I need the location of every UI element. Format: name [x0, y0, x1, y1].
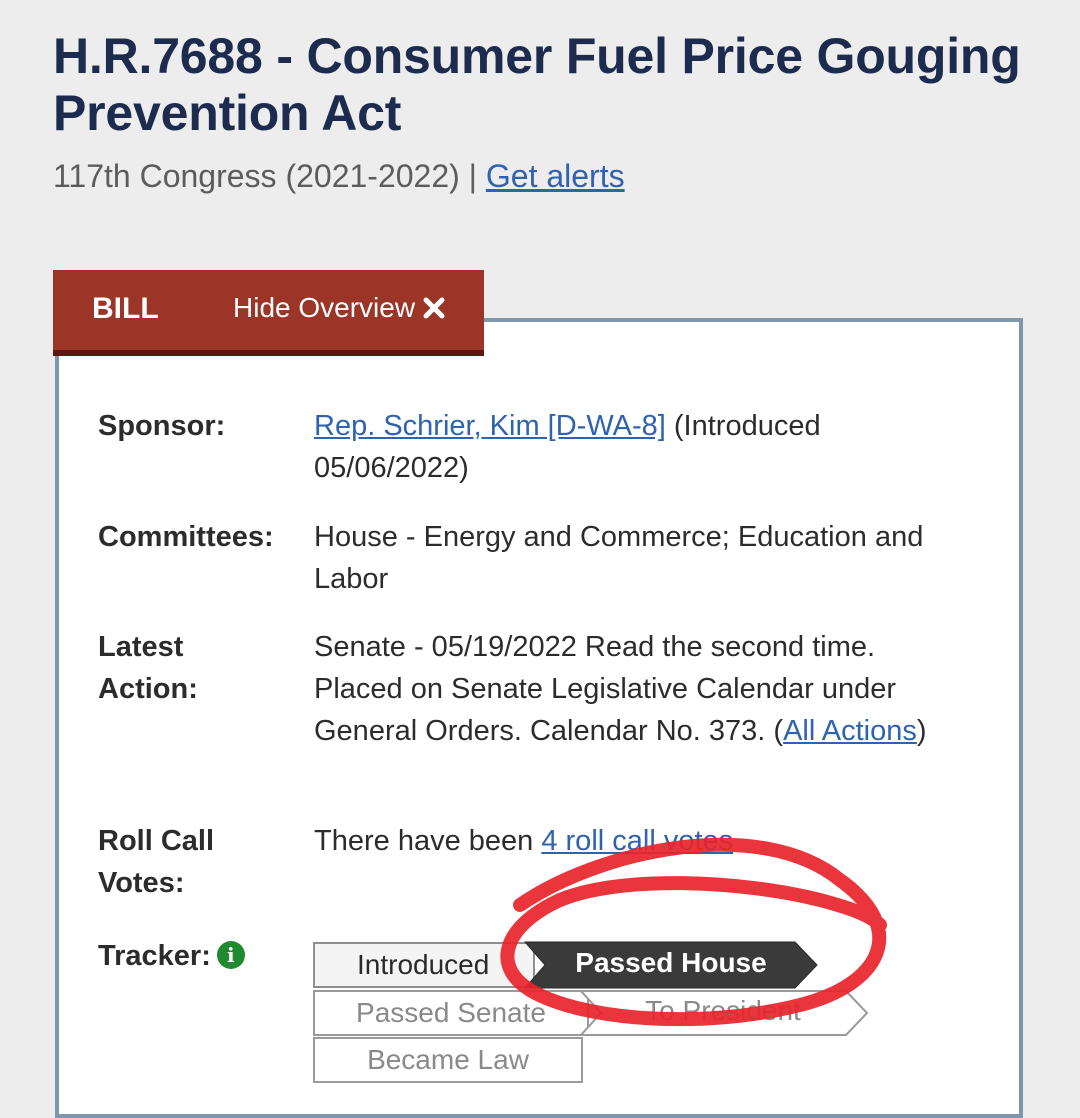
tracker-step-passed-house: Passed House	[575, 947, 767, 978]
bill-title: H.R.7688 - Consumer Fuel Price Gouging P…	[53, 28, 1021, 141]
roll-call-label-line1: Roll Call	[98, 825, 215, 857]
roll-call-label-line2: Votes:	[98, 867, 185, 899]
all-actions-open-paren: (	[773, 715, 784, 747]
separator: |	[468, 158, 477, 194]
roll-call-prefix: There have been	[314, 825, 534, 857]
latest-action-label-line2: Action:	[98, 673, 198, 705]
tracker-label-row: Tracker: i	[98, 935, 245, 977]
roll-call-votes-link[interactable]: 4 roll call votes	[541, 825, 733, 857]
info-icon[interactable]: i	[216, 941, 245, 969]
committees-label: Committees:	[98, 521, 274, 553]
tracker-step-introduced: Introduced	[313, 942, 535, 988]
congress-line: 117th Congress (2021-2022) | Get alerts	[53, 156, 625, 196]
committees-value: House - Energy and Commerce; Education a…	[314, 521, 924, 595]
latest-action-value: Senate - 05/19/2022 Read the second time…	[314, 626, 944, 752]
close-icon	[423, 297, 445, 319]
hide-overview-button[interactable]: Hide Overview	[233, 292, 445, 324]
latest-action-label-line1: Latest	[98, 631, 184, 663]
roll-call-label: Roll Call Votes:	[98, 820, 214, 904]
tracker-label: Tracker:	[98, 940, 211, 972]
roll-call-value: There have been 4 roll call votes	[314, 820, 974, 862]
tracker-step-became-law: Became Law	[313, 1037, 583, 1083]
tracker-step-to-president: To President	[645, 995, 801, 1026]
hide-overview-label: Hide Overview	[233, 292, 416, 323]
all-actions-link[interactable]: All Actions	[783, 715, 917, 747]
overview-tab-bar: BILL Hide Overview	[53, 270, 484, 356]
sponsor-label: Sponsor:	[98, 410, 226, 442]
tracker-step-passed-senate: Passed Senate	[313, 990, 589, 1036]
sponsor-link[interactable]: Rep. Schrier, Kim [D-WA-8]	[314, 410, 666, 442]
sponsor-value: Rep. Schrier, Kim [D-WA-8] (Introduced 0…	[314, 405, 974, 489]
tab-bill[interactable]: BILL	[92, 292, 159, 326]
all-actions-close-paren: )	[916, 715, 927, 747]
congress-session: 117th Congress (2021-2022)	[53, 158, 460, 194]
get-alerts-link[interactable]: Get alerts	[486, 158, 625, 194]
latest-action-label: Latest Action:	[98, 626, 198, 710]
